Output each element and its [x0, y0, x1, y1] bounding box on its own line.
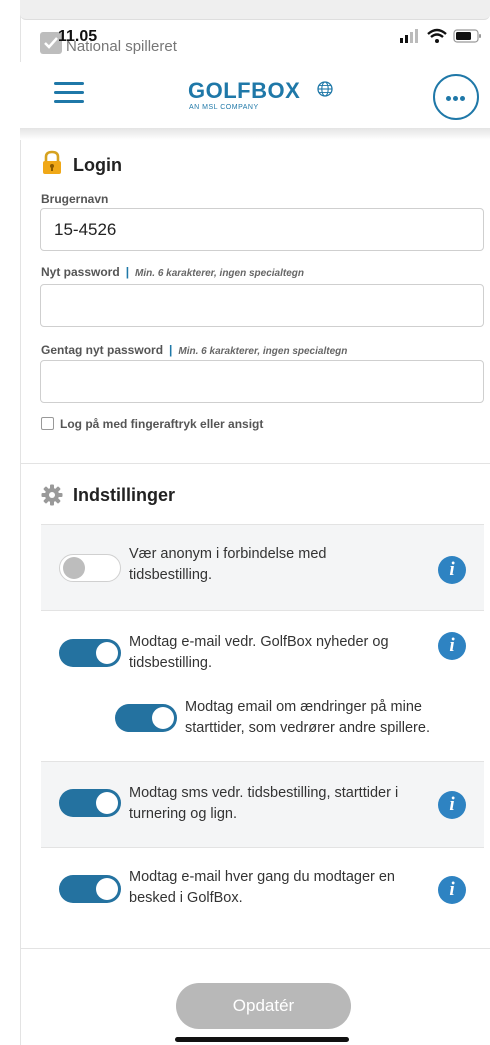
toggle-knob	[96, 878, 118, 900]
repeat-password-input[interactable]	[40, 360, 484, 403]
username-label: Brugernavn	[41, 192, 109, 206]
setting-text-line: turnering og lign.	[129, 806, 238, 822]
repeat-password-hint: Min. 6 karakterer, ingen specialtegn	[178, 346, 348, 357]
label-separator: |	[125, 265, 130, 279]
repeat-password-label: Gentag nyt password	[41, 343, 164, 357]
golfbox-news-email-toggle[interactable]	[59, 639, 121, 667]
sms-text: Modtag sms vedr. tidsbestilling, startti…	[129, 783, 398, 825]
status-icons	[400, 28, 481, 43]
setting-text-line: tidsbestilling.	[129, 655, 213, 671]
info-icon[interactable]: i	[438, 876, 466, 904]
update-button[interactable]: Opdatér	[176, 983, 351, 1029]
lock-icon	[43, 150, 61, 174]
toggle-knob	[96, 792, 118, 814]
new-password-hint: Min. 6 karakterer, ingen specialtegn	[135, 268, 305, 279]
info-icon[interactable]: i	[438, 556, 466, 584]
gear-icon	[41, 484, 63, 506]
check-icon	[44, 37, 58, 49]
setting-text-line: Vær anonym i forbindelse med	[129, 546, 327, 562]
anonymous-text: Vær anonym i forbindelse med tidsbestill…	[129, 544, 326, 586]
section-divider	[20, 948, 490, 949]
info-icon[interactable]: i	[438, 791, 466, 819]
login-title: Login	[73, 155, 122, 175]
anonymous-toggle[interactable]	[59, 554, 121, 582]
message-email-text: Modtag e-mail hver gang du modtager en b…	[129, 867, 395, 909]
teetime-change-email-text: Modtag email om ændringer på mine startt…	[185, 697, 430, 739]
new-password-input[interactable]	[40, 284, 484, 327]
header-shadow	[20, 128, 490, 140]
app-header: GOLFBOX AN MSL COMPANY	[20, 62, 490, 128]
setting-text-line: Modtag e-mail vedr. GolfBox nyheder og	[129, 634, 389, 650]
scrolled-field-remnant	[20, 0, 490, 20]
settings-title: Indstillinger	[73, 485, 176, 505]
section-divider	[20, 463, 490, 464]
new-password-label: Nyt password	[41, 265, 120, 279]
setting-text-line: Modtag email om ændringer på mine	[185, 699, 422, 715]
info-icon[interactable]: i	[438, 632, 466, 660]
more-options-button[interactable]	[433, 74, 479, 120]
setting-text-line: besked i GolfBox.	[129, 890, 243, 906]
username-input[interactable]: 15-4526	[40, 208, 484, 251]
logo-subtitle: AN MSL COMPANY	[189, 104, 259, 111]
label-separator: |	[169, 343, 173, 357]
menu-icon	[54, 82, 84, 85]
golfbox-news-email-text: Modtag e-mail vedr. GolfBox nyheder og t…	[129, 632, 389, 674]
wifi-icon	[427, 28, 447, 43]
setting-text-line: tidsbestilling.	[129, 567, 213, 583]
fingerprint-checkbox[interactable]	[41, 417, 54, 430]
row-divider	[41, 847, 484, 848]
status-time: 11.05	[58, 28, 98, 45]
toggle-knob	[63, 557, 85, 579]
signal-icon	[400, 29, 418, 43]
content-left-border	[20, 0, 21, 1045]
toggle-knob	[152, 707, 174, 729]
new-password-label-row: Nyt password | Min. 6 karakterer, ingen sp…	[41, 265, 304, 279]
fingerprint-label[interactable]: Log på med fingeraftryk eller ansigt	[60, 417, 263, 431]
message-email-toggle[interactable]	[59, 875, 121, 903]
logo-text: GOLFBOX	[188, 78, 301, 103]
golfbox-logo[interactable]: GOLFBOX AN MSL COMPANY	[188, 78, 348, 118]
battery-icon	[453, 29, 481, 43]
teetime-change-email-toggle[interactable]	[115, 704, 177, 732]
globe-icon	[317, 81, 333, 97]
setting-text-line: Modtag sms vedr. tidsbestilling, startti…	[129, 785, 399, 801]
row-divider	[41, 610, 484, 611]
hamburger-menu-button[interactable]	[54, 82, 84, 106]
more-dots-icon	[446, 96, 451, 101]
page: National spilleret 11.05 GOLFBOX AN MSL …	[0, 0, 490, 1045]
setting-text-line: starttider, som vedrører andre spillere.	[185, 720, 430, 736]
sms-toggle[interactable]	[59, 789, 121, 817]
setting-text-line: Modtag e-mail hver gang du modtager en	[129, 869, 395, 885]
home-indicator[interactable]	[175, 1037, 349, 1042]
repeat-password-label-row: Gentag nyt password | Min. 6 karakterer, i…	[41, 343, 347, 357]
toggle-knob	[96, 642, 118, 664]
